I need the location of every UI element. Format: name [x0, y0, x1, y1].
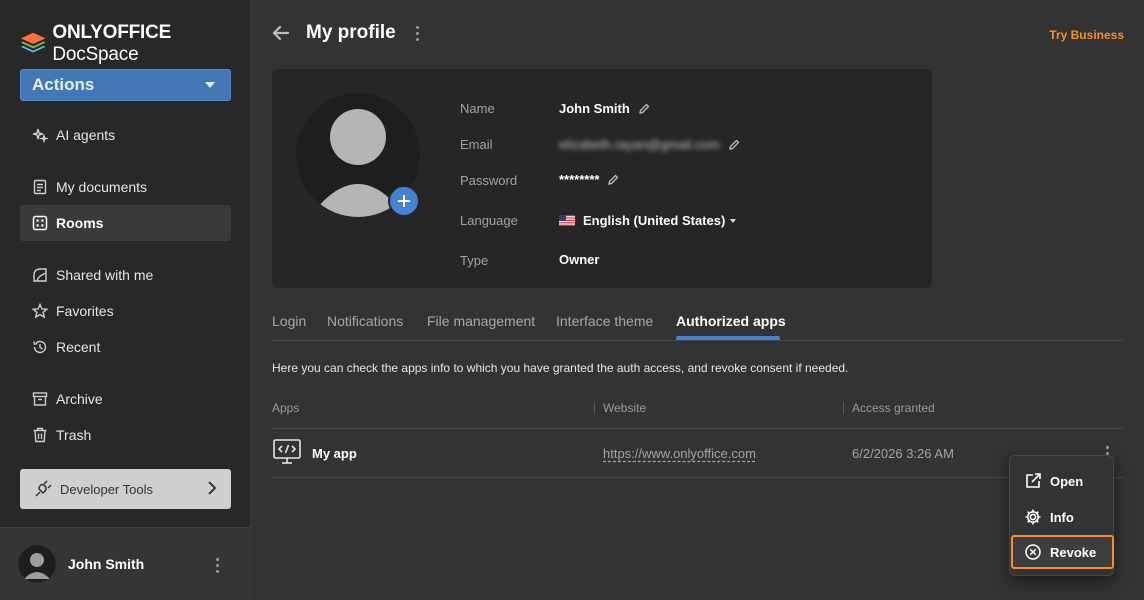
app-name[interactable]: My app — [312, 446, 357, 461]
tab-notifications[interactable]: Notifications — [327, 313, 403, 329]
profile-tabs: Login Notifications File management Inte… — [272, 313, 1124, 341]
menu-item-label: Info — [1050, 509, 1074, 525]
back-arrow-icon[interactable] — [272, 24, 290, 42]
actions-button[interactable]: Actions — [20, 69, 231, 101]
column-header-website[interactable]: Website — [603, 401, 646, 415]
chevron-right-icon — [207, 481, 217, 498]
user-bar[interactable]: John Smith — [0, 527, 251, 600]
us-flag-icon — [559, 215, 575, 226]
email-label: Email — [460, 137, 493, 152]
archive-icon — [32, 391, 48, 407]
column-header-apps[interactable]: Apps — [272, 401, 299, 415]
edit-email-icon[interactable] — [728, 139, 740, 151]
sidebar-item-label: Favorites — [56, 303, 114, 319]
main-content: My profile Try Business Name John Smith … — [252, 0, 1144, 600]
gear-icon — [1024, 508, 1042, 526]
sidebar-item-label: Shared with me — [56, 267, 154, 283]
sidebar-item-trash[interactable]: Trash — [20, 417, 231, 453]
name-label: Name — [460, 101, 495, 116]
tab-authorized-apps[interactable]: Authorized apps — [676, 313, 786, 329]
column-separator[interactable] — [843, 402, 844, 414]
sidebar-item-shared-with-me[interactable]: Shared with me — [20, 257, 231, 293]
language-text: English (United States) — [583, 213, 726, 228]
developer-tools-label: Developer Tools — [60, 481, 153, 497]
type-value: Owner — [559, 252, 600, 267]
more-options-icon[interactable] — [415, 25, 419, 41]
sidebar-item-rooms[interactable]: Rooms — [20, 205, 231, 241]
menu-item-open[interactable]: Open — [1010, 465, 1113, 497]
page-title: My profile — [306, 22, 396, 43]
plus-icon — [398, 195, 410, 207]
menu-item-label: Open — [1050, 473, 1084, 489]
sidebar-item-label: Recent — [56, 339, 101, 355]
edit-password-icon[interactable] — [607, 174, 619, 186]
language-label: Language — [460, 213, 518, 228]
password-text: ******** — [559, 172, 600, 187]
column-header-access-granted[interactable]: Access granted — [852, 401, 935, 415]
password-value: ******** — [559, 172, 619, 187]
table-divider — [272, 428, 1124, 429]
page-header: My profile — [272, 22, 419, 44]
sidebar-item-label: Trash — [56, 427, 92, 443]
logo[interactable]: ONLYOFFICE DocSpace — [20, 22, 250, 66]
star-icon — [32, 303, 48, 319]
app-access-granted: 6/2/2026 3:26 AM — [852, 446, 954, 461]
authorized-apps-description: Here you can check the apps info to whic… — [272, 361, 849, 375]
type-label: Type — [460, 253, 489, 268]
sidebar-item-archive[interactable]: Archive — [20, 381, 231, 417]
sidebar-item-label: Archive — [56, 391, 103, 407]
shared-icon — [32, 267, 48, 283]
sidebar-item-label: AI agents — [56, 127, 116, 143]
recent-icon — [32, 339, 48, 355]
try-business-link[interactable]: Try Business — [1049, 28, 1124, 42]
sidebar-item-favorites[interactable]: Favorites — [20, 293, 231, 329]
chevron-down-icon — [205, 82, 215, 88]
email-text: elizabeth.rayan@gmail.com — [559, 137, 720, 152]
language-selector[interactable]: English (United States) — [559, 213, 737, 228]
name-text: John Smith — [559, 101, 630, 116]
actions-label: Actions — [32, 75, 95, 94]
edit-name-icon[interactable] — [638, 103, 650, 115]
profile-card: Name John Smith Email elizabeth.rayan@gm… — [272, 69, 932, 288]
sidebar-item-recent[interactable]: Recent — [20, 329, 231, 365]
avatar[interactable] — [18, 545, 56, 583]
app-website-link[interactable]: https://www.onlyoffice.com — [603, 446, 756, 461]
menu-item-info[interactable]: Info — [1010, 501, 1113, 533]
sidebar-item-ai-agents[interactable]: AI agents — [20, 117, 231, 153]
brand-name: ONLYOFFICE DocSpace — [52, 22, 172, 65]
column-separator[interactable] — [594, 402, 595, 414]
ai-agents-icon — [32, 127, 48, 143]
external-link-icon — [1024, 472, 1042, 490]
plug-icon — [34, 480, 52, 498]
table-row-divider — [272, 477, 1124, 478]
menu-item-revoke[interactable]: Revoke — [1011, 535, 1114, 569]
app-code-icon — [273, 439, 301, 464]
document-icon — [32, 179, 48, 195]
name-value: John Smith — [559, 101, 650, 116]
email-value: elizabeth.rayan@gmail.com — [559, 137, 740, 152]
developer-tools-button[interactable]: Developer Tools — [20, 469, 231, 509]
trash-icon — [32, 427, 48, 443]
tab-interface-theme[interactable]: Interface theme — [556, 313, 653, 329]
sidebar-item-label: My documents — [56, 179, 148, 195]
user-name: John Smith — [68, 556, 145, 572]
add-avatar-button[interactable] — [388, 185, 420, 217]
user-menu-icon[interactable] — [216, 558, 219, 573]
sidebar-item-label: Rooms — [56, 215, 104, 231]
revoke-icon — [1024, 543, 1042, 561]
chevron-down-icon — [730, 218, 737, 223]
tab-login[interactable]: Login — [272, 313, 306, 329]
menu-item-label: Revoke — [1050, 544, 1097, 560]
context-menu: Open Info Revoke — [1009, 455, 1114, 576]
password-label: Password — [460, 173, 518, 188]
rooms-icon — [32, 215, 48, 231]
onlyoffice-logo-icon — [20, 32, 46, 53]
sidebar-item-my-documents[interactable]: My documents — [20, 169, 231, 205]
sidebar: ONLYOFFICE DocSpace Actions AI agents My… — [0, 0, 251, 600]
tab-file-management[interactable]: File management — [427, 313, 535, 329]
active-tab-indicator — [676, 336, 780, 340]
